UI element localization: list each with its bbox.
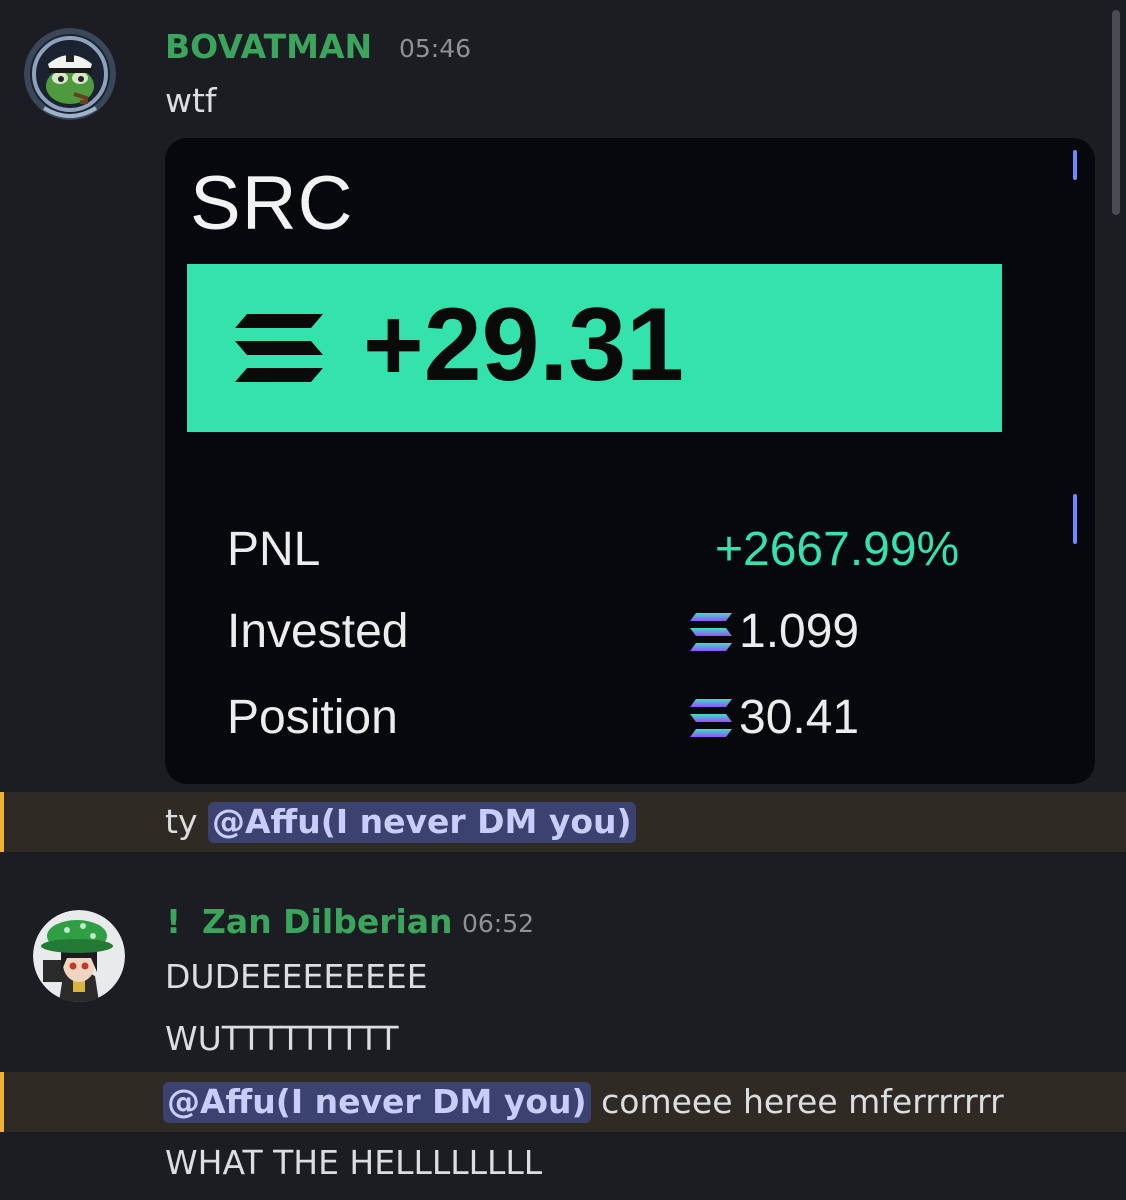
message-text: WUTTTTTTTTT (165, 1019, 399, 1058)
pnl-label: PNL (227, 523, 321, 576)
profit-banner: +29.31 (187, 264, 1002, 432)
token-title: SRC (190, 161, 354, 246)
message-timestamp: 06:52 (462, 909, 535, 938)
scrollbar[interactable] (1112, 10, 1120, 215)
message-text: DUDEEEEEEEEE (165, 957, 428, 996)
invested-label: Invested (227, 605, 409, 658)
position-label: Position (227, 691, 398, 744)
user-badge: ! (166, 902, 182, 941)
pnl-card-image[interactable]: SRC +29.31 PNL +2667.99% Invested 1.099 … (165, 138, 1095, 784)
user-mention[interactable]: @Affu(I never DM you) (207, 802, 636, 843)
captain-frog-avatar-icon (24, 28, 116, 120)
message-text: @Affu(I never DM you) comeee heree mferr… (163, 1082, 1004, 1123)
message-text-prefix: ty (165, 802, 208, 841)
avatar[interactable] (33, 910, 125, 1002)
decorative-glint (1073, 494, 1077, 544)
invested-value: 1.099 (739, 605, 860, 658)
message-text: wtf (165, 81, 217, 120)
message-text: ty @Affu(I never DM you) (165, 802, 636, 843)
profit-amount: +29.31 (363, 287, 684, 403)
message-text: WHAT THE HELLLLLLLL (165, 1143, 543, 1182)
avatar[interactable] (24, 28, 116, 120)
message-timestamp: 05:46 (399, 34, 472, 63)
solana-logo-icon (235, 314, 323, 382)
message-author[interactable]: Zan Dilberian (202, 905, 453, 938)
pnl-value: +2667.99% (715, 523, 960, 576)
user-mention[interactable]: @Affu(I never DM you) (163, 1082, 591, 1123)
decorative-glint (1073, 150, 1077, 180)
chat-view: BOVATMAN 05:46 wtf SRC +29.31 PNL +2667.… (0, 0, 1126, 1200)
message-text-suffix: comeee heree mferrrrrrr (590, 1082, 1004, 1121)
solana-logo-icon (690, 699, 732, 737)
green-hat-girl-avatar-icon (33, 910, 125, 1002)
solana-logo-icon (690, 613, 732, 651)
position-value: 30.41 (739, 691, 860, 744)
message-author[interactable]: BOVATMAN (165, 30, 372, 63)
